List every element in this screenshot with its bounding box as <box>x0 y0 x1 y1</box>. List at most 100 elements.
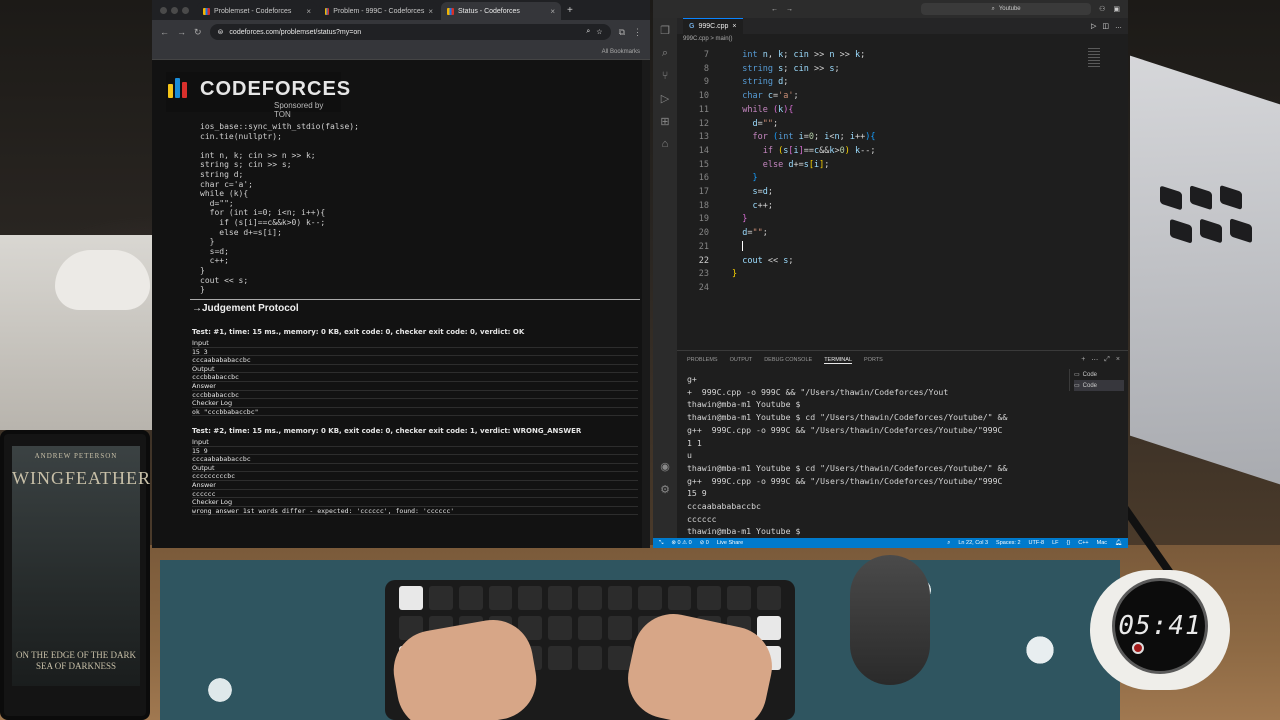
code-line: ios_base::sync_with_stdio(false); <box>200 122 359 131</box>
line-number: 10 <box>698 91 709 102</box>
menu-icon[interactable]: ⋮ <box>633 27 642 38</box>
maximize-icon[interactable]: ⤢ <box>1104 356 1110 364</box>
bookmark-star-icon[interactable]: ☆ <box>596 28 602 36</box>
run-icon[interactable]: ▷ <box>1091 22 1096 30</box>
terminal-line: cccccc <box>687 513 717 524</box>
copilot-icon[interactable]: ⚇ <box>1099 5 1105 13</box>
test-header: Test: #1, time: 15 ms., memory: 0 KB, ex… <box>192 328 525 336</box>
ports-count[interactable]: ⊘ 0 <box>700 540 709 546</box>
code-line: if (s[i]==c&&k>0) k--; <box>200 217 326 227</box>
code-line: char c='a'; <box>200 179 253 189</box>
line-number: 22 <box>698 255 709 266</box>
tab-terminal[interactable]: TERMINAL <box>824 357 852 364</box>
tab-ports[interactable]: PORTS <box>864 357 883 364</box>
code-line: cout << s; <box>200 275 249 285</box>
zoom-icon[interactable]: ⌕ <box>586 28 590 36</box>
code-line: for (int i=0; i<n; i++){ <box>200 208 326 218</box>
extensions-icon[interactable]: ⊞ <box>660 115 669 128</box>
line-number: 11 <box>698 104 709 115</box>
nav-forward-icon[interactable]: → <box>786 6 793 13</box>
back-icon[interactable]: ← <box>160 27 169 37</box>
terminal-line: g++ 999C.cpp -o 999C && "/Users/thawin/C… <box>687 424 1003 435</box>
close-icon[interactable]: × <box>306 7 311 16</box>
command-search[interactable]: ⌕ Youtube <box>921 3 1092 15</box>
close-icon[interactable]: × <box>732 23 736 30</box>
run-debug-icon[interactable]: ▷ <box>661 92 669 105</box>
terminal-output[interactable]: g+ + 999C.cpp -o 999C && "/Users/thawin/C… <box>687 373 1052 538</box>
extensions-icon[interactable]: ⧉ <box>619 27 625 38</box>
page-scrollbar[interactable] <box>642 60 650 548</box>
minimap[interactable] <box>1088 48 1100 68</box>
test-body: Input 15 3 cccaabababaccbc Output cccbbabacc… <box>192 339 638 417</box>
close-icon[interactable]: × <box>550 7 555 16</box>
line-numbers: 7 8 9 10 11 12 13 14 15 16 17 18 19 20 21 22 23 24 <box>683 49 709 296</box>
test-section-label: Output <box>192 464 638 473</box>
language-mode[interactable]: C++ <box>1078 540 1088 547</box>
source-control-icon[interactable]: ⑂ <box>662 70 669 82</box>
line-number: 14 <box>698 145 709 156</box>
code-editor[interactable]: int n, k; cin >> n >> k; string s; cin >… <box>732 49 875 282</box>
indentation[interactable]: Spaces: 2 <box>996 540 1020 547</box>
explorer-icon[interactable]: ❐ <box>660 24 670 37</box>
bell-icon[interactable]: 🔔︎ <box>1115 540 1122 547</box>
cursor-position[interactable]: Ln 22, Col 3 <box>958 540 988 547</box>
test-section-label: Output <box>192 365 638 374</box>
close-icon[interactable]: × <box>428 7 433 16</box>
problems-count[interactable]: ⊗ 0 ⚠ 0 <box>671 540 691 546</box>
test-section-label: Checker Log <box>192 498 638 507</box>
more-icon[interactable]: ⋯ <box>1091 356 1098 364</box>
laptop <box>1130 55 1280 485</box>
platform[interactable]: Mac <box>1097 540 1107 547</box>
forward-icon[interactable]: → <box>177 27 186 37</box>
breadcrumb[interactable]: 999C.cpp > main() <box>683 36 733 42</box>
tab-output[interactable]: OUTPUT <box>730 357 753 364</box>
judgement-protocol-heading[interactable]: →Judgement Protocol <box>192 303 299 314</box>
tab-status[interactable]: Status - Codeforces × <box>441 2 561 20</box>
line-number: 7 <box>703 50 709 60</box>
terminal-item[interactable]: ▭ Code <box>1074 380 1124 391</box>
book-author: ANDREW PETERSON <box>34 452 118 460</box>
test-value: cccccc <box>192 490 638 499</box>
clock-button <box>1132 642 1144 654</box>
more-actions-icon[interactable]: … <box>1115 23 1122 30</box>
tab-debug-console[interactable]: DEBUG CONSOLE <box>764 357 812 364</box>
test-body: Input 15 9 cccaabababaccbc Output cccccccccb… <box>192 438 638 516</box>
search-icon: ⌕ <box>991 5 995 12</box>
remote-indicator-icon[interactable]: ⤡ <box>659 540 663 547</box>
live-share-button[interactable]: Live Share <box>717 540 743 546</box>
site-info-icon[interactable]: ⊜ <box>218 28 224 36</box>
tab-problem-999c[interactable]: Problem - 999C - Codeforces × <box>319 2 439 20</box>
all-bookmarks-link[interactable]: All Bookmarks <box>602 49 640 55</box>
encoding[interactable]: UTF-8 <box>1029 540 1045 547</box>
codeforces-logo[interactable]: CODEFORCES Sponsored by TON <box>166 72 350 119</box>
url-field[interactable]: ⊜ codeforces.com/problemset/status?my=on… <box>209 24 611 40</box>
reload-icon[interactable]: ↻ <box>194 27 202 38</box>
sponsor-text: Sponsored by TON <box>274 101 324 119</box>
mouse <box>850 555 930 685</box>
new-terminal-icon[interactable]: + <box>1081 356 1085 364</box>
eol[interactable]: LF <box>1052 540 1058 547</box>
split-editor-icon[interactable]: ◫ <box>1102 22 1109 30</box>
codeforces-favicon-icon <box>203 7 210 15</box>
account-icon[interactable]: ◉ <box>660 460 670 473</box>
terminal-line: thawin@mba-m1 Youtube $ <box>687 526 801 537</box>
search-icon[interactable]: ⌕ <box>662 47 668 60</box>
new-tab-icon[interactable]: + <box>563 5 577 20</box>
tab-999c-cpp[interactable]: G 999C.cpp × <box>683 18 743 34</box>
zoom-icon[interactable]: ⌕ <box>947 540 950 547</box>
terminal-list: ▭ Code ▭ Code <box>1069 369 1124 391</box>
remote-icon[interactable]: ⌂ <box>662 138 669 150</box>
terminal-item[interactable]: ▭ Code <box>1074 369 1124 380</box>
code-line: int n, k; cin >> n >> k; <box>200 150 316 160</box>
tab-problems[interactable]: PROBLEMS <box>687 357 718 364</box>
nav-back-icon[interactable]: ← <box>771 6 778 13</box>
browser-window: Problemset - Codeforces × Problem - 999C … <box>152 0 650 548</box>
book-title: WINGFEATHER <box>12 468 151 488</box>
layout-icon[interactable]: ▣ <box>1113 5 1120 13</box>
window-controls[interactable] <box>156 7 195 20</box>
tab-problemset[interactable]: Problemset - Codeforces × <box>197 2 317 20</box>
close-icon[interactable]: × <box>1116 356 1120 364</box>
test-value: cccaabababaccbc <box>192 455 638 464</box>
braces-icon[interactable]: {} <box>1067 540 1071 547</box>
settings-gear-icon[interactable]: ⚙ <box>660 483 670 496</box>
